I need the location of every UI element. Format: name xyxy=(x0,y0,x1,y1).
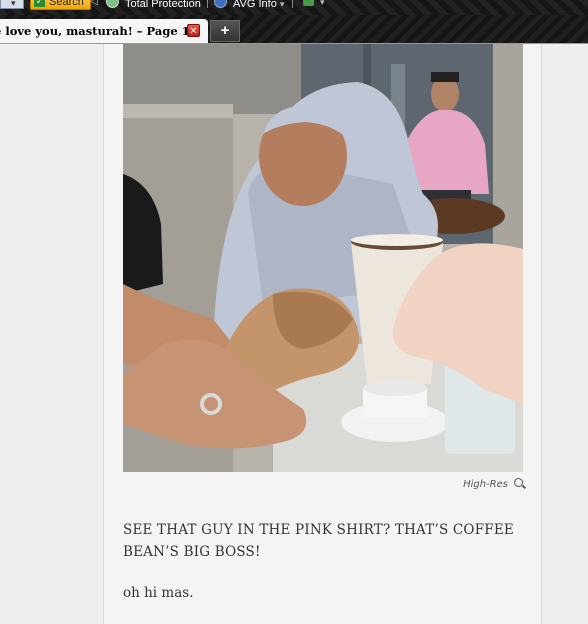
toolbar-addon-button[interactable]: ▾ xyxy=(303,0,325,9)
toolbar-avg-info[interactable]: AVG Info ▾ xyxy=(214,0,284,11)
toolbar-separator xyxy=(292,0,293,8)
high-res-label: High-Res xyxy=(463,479,508,490)
toolbar-total-protection[interactable]: Total Protection xyxy=(106,0,201,11)
close-icon[interactable]: ✕ xyxy=(187,24,200,37)
toolbar-search-button[interactable]: ✓ Search xyxy=(30,0,91,10)
post-photo[interactable] xyxy=(123,44,523,472)
new-tab-button[interactable]: + xyxy=(210,20,240,42)
toolbar-item-label: Total Protection xyxy=(125,0,201,10)
photo-illustration xyxy=(123,44,523,472)
post-text: oh hi mas. xyxy=(123,585,194,601)
chevron-down-icon: ▾ xyxy=(11,0,16,8)
globe-icon xyxy=(214,0,227,8)
browser-toolbar: ▾ ✓ Search ◁ Total Protection AVG Info ▾… xyxy=(0,0,588,15)
tab-bar: e love you, masturah! – Page 1 ✕ + xyxy=(0,15,588,43)
chevron-down-icon: ▾ xyxy=(279,0,285,9)
magnifier-icon xyxy=(514,478,523,487)
post-heading: SEE THAT GUY IN THE PINK SHIRT? THAT’S C… xyxy=(123,522,514,560)
high-res-link[interactable]: High-Res xyxy=(403,478,523,490)
tab-title: e love you, masturah! – Page 1 xyxy=(0,24,190,38)
toolbar-item-label: AVG Info xyxy=(233,0,277,10)
toolbar-search-label: Search xyxy=(49,0,84,8)
tab-active[interactable]: e love you, masturah! – Page 1 ✕ xyxy=(0,19,208,43)
toolbar-separator xyxy=(207,0,208,8)
addon-icon xyxy=(303,0,314,6)
checkmark-icon: ✓ xyxy=(34,0,45,7)
toolbar-dropdown[interactable]: ▾ xyxy=(0,0,24,9)
chevron-down-icon: ▾ xyxy=(320,0,325,7)
toolbar-arrow-icon[interactable]: ◁ xyxy=(90,0,98,9)
shield-check-icon xyxy=(106,0,119,8)
